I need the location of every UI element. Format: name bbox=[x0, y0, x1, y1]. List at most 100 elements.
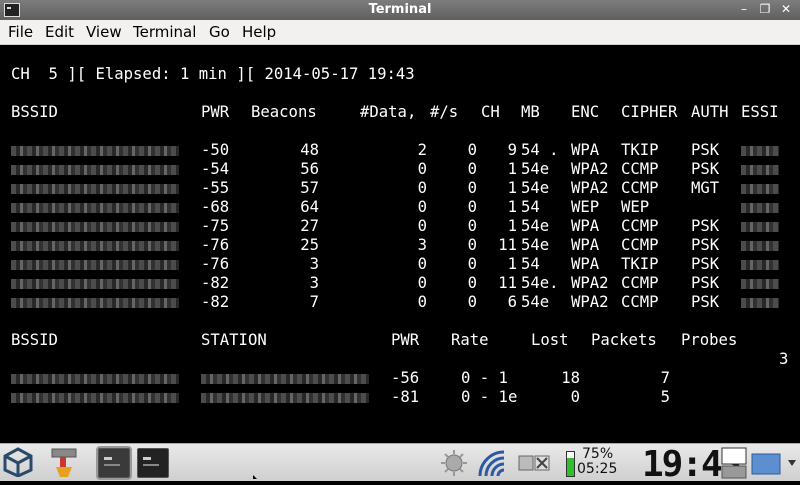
redacted-essid bbox=[741, 184, 779, 194]
ap-mb: 54 bbox=[521, 198, 540, 216]
ap-beacons: 27 bbox=[300, 217, 319, 235]
col-lost: Lost bbox=[531, 331, 569, 349]
taskbar-terminal-1[interactable] bbox=[98, 448, 130, 478]
ap-row: -82 3 0 0 11 54e. WPA2 CCMP PSK bbox=[0, 274, 800, 293]
app-menu-cube-icon[interactable] bbox=[3, 447, 33, 477]
status-line: CH 5 ][ Elapsed: 1 min ][ 2014-05-17 19:… bbox=[11, 65, 415, 83]
redacted-essid bbox=[741, 241, 779, 251]
ap-ch: 6 bbox=[507, 293, 517, 311]
ap-per-sec: 0 bbox=[467, 274, 477, 292]
col-auth: AUTH bbox=[691, 103, 729, 121]
ap-beacons: 7 bbox=[309, 293, 319, 311]
redacted-bssid bbox=[11, 260, 179, 270]
redacted-essid bbox=[741, 165, 779, 175]
col-pwr: PWR bbox=[201, 103, 230, 121]
ap-row: -54 56 0 0 1 54e WPA2 CCMP PSK bbox=[0, 160, 800, 179]
ap-auth: PSK bbox=[691, 293, 720, 311]
col-mb: MB bbox=[521, 103, 540, 121]
ap-per-sec: 0 bbox=[467, 255, 477, 273]
ap-per-sec: 0 bbox=[467, 141, 477, 159]
ap-ch: 1 bbox=[507, 179, 517, 197]
window-titlebar[interactable]: Terminal – ❐ ✕ bbox=[0, 0, 800, 20]
ap-row: -50 48 2 0 9 54 . WPA TKIP PSK bbox=[0, 141, 800, 160]
show-desktop-icon[interactable] bbox=[720, 446, 748, 480]
ap-enc: WPA2 bbox=[571, 293, 609, 311]
menu-go[interactable]: Go bbox=[209, 23, 230, 41]
station-header-row: BSSID STATION PWR Rate Lost Packets Prob… bbox=[0, 331, 800, 350]
st-pwr: -56 bbox=[391, 369, 420, 387]
taskbar: 75% 05:25 19:43 bbox=[0, 443, 800, 485]
ap-mb: 54e bbox=[521, 236, 550, 254]
redacted-essid bbox=[741, 203, 779, 213]
redacted-essid bbox=[741, 222, 779, 232]
terminal-output[interactable]: CH 5 ][ Elapsed: 1 min ][ 2014-05-17 19:… bbox=[0, 45, 800, 443]
col-ch: CH bbox=[481, 103, 500, 121]
ap-pwr: -75 bbox=[201, 217, 230, 235]
col-packets: Packets bbox=[591, 331, 657, 349]
col-bssid: BSSID bbox=[11, 103, 58, 121]
ap-row: -76 25 3 0 11 54e WPA CCMP PSK bbox=[0, 236, 800, 255]
ap-pwr: -76 bbox=[201, 236, 230, 254]
redacted-bssid bbox=[11, 146, 179, 156]
workspace-icon[interactable] bbox=[750, 452, 782, 476]
col-st-bssid: BSSID bbox=[11, 331, 58, 349]
ap-cipher: CCMP bbox=[621, 217, 659, 235]
col-essid: ESSI bbox=[741, 103, 779, 121]
network-disconnected-icon[interactable] bbox=[517, 452, 551, 474]
ap-mb: 54e bbox=[521, 217, 550, 235]
ap-pwr: -82 bbox=[201, 293, 230, 311]
battery-percent: 75% bbox=[582, 446, 614, 462]
ap-mb: 54 bbox=[521, 255, 540, 273]
ap-data: 3 bbox=[417, 236, 427, 254]
redacted-bssid bbox=[11, 184, 179, 194]
menu-view[interactable]: View bbox=[86, 23, 122, 41]
ap-cipher: CCMP bbox=[621, 179, 659, 197]
wifi-signal-icon[interactable] bbox=[476, 448, 506, 478]
menu-terminal[interactable]: Terminal bbox=[133, 23, 196, 41]
ap-beacons: 3 bbox=[309, 274, 319, 292]
ap-beacons: 56 bbox=[300, 160, 319, 178]
ap-per-sec: 0 bbox=[467, 179, 477, 197]
ap-data: 0 bbox=[417, 255, 427, 273]
ap-per-sec: 0 bbox=[467, 198, 477, 216]
close-icon[interactable]: ✕ bbox=[777, 2, 795, 17]
ap-header-row: BSSID PWR Beacons #Data, #/s CH MB ENC C… bbox=[0, 103, 800, 122]
ap-auth: PSK bbox=[691, 217, 720, 235]
col-data: #Data, bbox=[360, 103, 417, 121]
ap-ch: 11 bbox=[498, 274, 517, 292]
station-row: -56 0 - 1 18 7 bbox=[0, 369, 800, 388]
redacted-bssid bbox=[11, 203, 179, 213]
ap-data: 0 bbox=[417, 274, 427, 292]
ap-mb: 54e. bbox=[521, 274, 559, 292]
maximize-icon[interactable]: ❐ bbox=[756, 2, 774, 17]
battery-level bbox=[567, 458, 574, 476]
ap-mb: 54e bbox=[521, 179, 550, 197]
menu-help[interactable]: Help bbox=[242, 23, 276, 41]
ap-per-sec: 0 bbox=[467, 217, 477, 235]
minimize-icon[interactable]: – bbox=[735, 2, 753, 17]
ap-beacons: 64 bbox=[300, 198, 319, 216]
ap-row: -68 64 0 0 1 54 WEP WEP bbox=[0, 198, 800, 217]
ap-auth: PSK bbox=[691, 141, 720, 159]
station-row: -81 0 - 1e 0 5 bbox=[0, 388, 800, 407]
wifi-tool-icon[interactable] bbox=[48, 446, 80, 478]
ap-ch: 9 bbox=[507, 141, 517, 159]
ap-enc: WPA bbox=[571, 255, 600, 273]
ap-data: 0 bbox=[417, 179, 427, 197]
st-pwr: -81 bbox=[391, 388, 420, 406]
tray-arrow-icon[interactable] bbox=[787, 458, 797, 468]
ap-beacons: 25 bbox=[300, 236, 319, 254]
ap-mb: 54e bbox=[521, 293, 550, 311]
col-per-sec: #/s bbox=[430, 103, 459, 121]
st-packets: 7 bbox=[660, 369, 670, 387]
ap-ch: 1 bbox=[507, 198, 517, 216]
redacted-essid bbox=[741, 146, 779, 156]
redacted-essid bbox=[741, 279, 779, 289]
menu-file[interactable]: File bbox=[8, 23, 33, 41]
st-lost: 0 bbox=[570, 388, 580, 406]
taskbar-terminal-2[interactable] bbox=[137, 448, 169, 478]
redacted-bssid bbox=[11, 393, 179, 403]
menu-edit[interactable]: Edit bbox=[45, 23, 74, 41]
brightness-icon[interactable] bbox=[440, 449, 468, 477]
ap-auth: PSK bbox=[691, 274, 720, 292]
